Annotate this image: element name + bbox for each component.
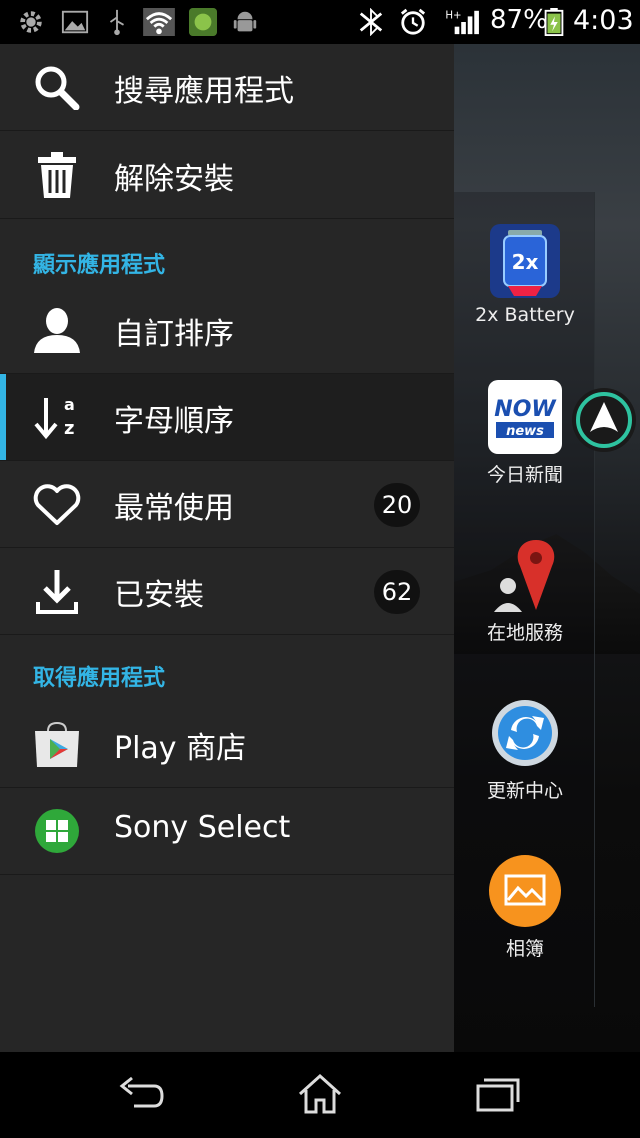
signal-icon: H+ [445, 9, 479, 35]
navigation-bar [0, 1052, 640, 1138]
play-store-icon [35, 721, 79, 767]
battery-app-icon: 2x [486, 222, 564, 300]
sony-select-icon [35, 809, 79, 853]
section-header-show-apps: 顯示應用程式 [33, 253, 166, 278]
menu-item-label: 解除安裝 [114, 162, 234, 197]
svg-text:z: z [64, 418, 74, 439]
app-column: 2x 2x Battery NOW news 今日新聞 在地服務 更新中心 相簿 [454, 192, 595, 1007]
recents-icon[interactable] [474, 1072, 522, 1116]
selected-indicator [0, 374, 6, 460]
launcher-arrow-icon [572, 388, 636, 452]
wifi-icon [143, 8, 175, 36]
search-icon [35, 66, 80, 110]
menu-item-search-apps[interactable]: 搜尋應用程式 [0, 44, 454, 131]
floating-launcher-button[interactable] [570, 386, 638, 454]
menu-item-label: 最常使用 [114, 491, 234, 526]
now-news-icon: NOW news [486, 378, 564, 456]
status-bar: H+ 87% 4:03 [0, 0, 640, 44]
app-local-service[interactable]: 在地服務 [454, 536, 596, 645]
menu-item-label: 搜尋應用程式 [114, 74, 294, 109]
heart-icon [33, 484, 81, 525]
menu-item-label: Play 商店 [114, 731, 247, 766]
count-badge: 20 [374, 483, 420, 527]
app-update-center[interactable]: 更新中心 [454, 694, 596, 803]
menu-item-most-used[interactable]: 最常使用 20 [0, 461, 454, 548]
back-icon[interactable] [118, 1072, 166, 1116]
clock: 4:03 [573, 5, 634, 36]
network-type-label: H+ [445, 9, 461, 21]
android-icon [233, 11, 257, 32]
menu-item-installed[interactable]: 已安裝 62 [0, 548, 454, 635]
battery-percent: 87% [490, 5, 548, 35]
album-icon [486, 852, 564, 930]
app-drawer-menu: 搜尋應用程式 解除安裝 顯示應用程式 自訂排序 a z 字母順序 最常使用 20… [0, 44, 454, 1052]
svg-text:news: news [506, 424, 544, 439]
count-badge: 62 [374, 570, 420, 614]
app-2x-battery[interactable]: 2x 2x Battery [454, 222, 596, 326]
svg-text:2x: 2x [512, 250, 539, 274]
menu-item-label: 自訂排序 [114, 317, 234, 352]
download-icon [36, 570, 78, 614]
trash-icon [38, 152, 76, 198]
menu-item-label: Sony Select [114, 810, 291, 845]
svg-text:a: a [64, 395, 75, 414]
app-label: 相簿 [505, 938, 544, 960]
app-label: 今日新聞 [486, 464, 563, 486]
menu-item-custom-order[interactable]: 自訂排序 [0, 287, 454, 374]
home-icon[interactable] [296, 1072, 344, 1116]
menu-item-play-store[interactable]: Play 商店 [0, 701, 454, 788]
person-icon [34, 308, 80, 353]
app-label: 在地服務 [486, 622, 563, 644]
usb-icon [109, 9, 124, 36]
section-header-get-apps: 取得應用程式 [33, 666, 166, 691]
menu-item-uninstall[interactable]: 解除安裝 [0, 132, 454, 219]
update-center-icon [486, 694, 564, 772]
app-label: 更新中心 [486, 780, 563, 802]
bluetooth-icon [359, 8, 383, 36]
menu-item-alphabetical[interactable]: a z 字母順序 [0, 374, 454, 461]
alarm-icon [400, 8, 426, 35]
menu-item-label: 字母順序 [114, 404, 234, 439]
image-icon [61, 10, 89, 34]
battery-icon [544, 8, 564, 36]
settings-icon [20, 11, 42, 33]
menu-item-sony-select[interactable]: Sony Select [0, 788, 454, 875]
menu-item-label: 已安裝 [114, 578, 204, 613]
shield-icon [189, 8, 217, 36]
app-album[interactable]: 相簿 [454, 852, 596, 961]
app-label: 2x Battery [475, 304, 575, 326]
local-service-icon [486, 536, 564, 614]
svg-text:NOW: NOW [494, 397, 557, 422]
sort-az-icon: a z [34, 395, 75, 440]
